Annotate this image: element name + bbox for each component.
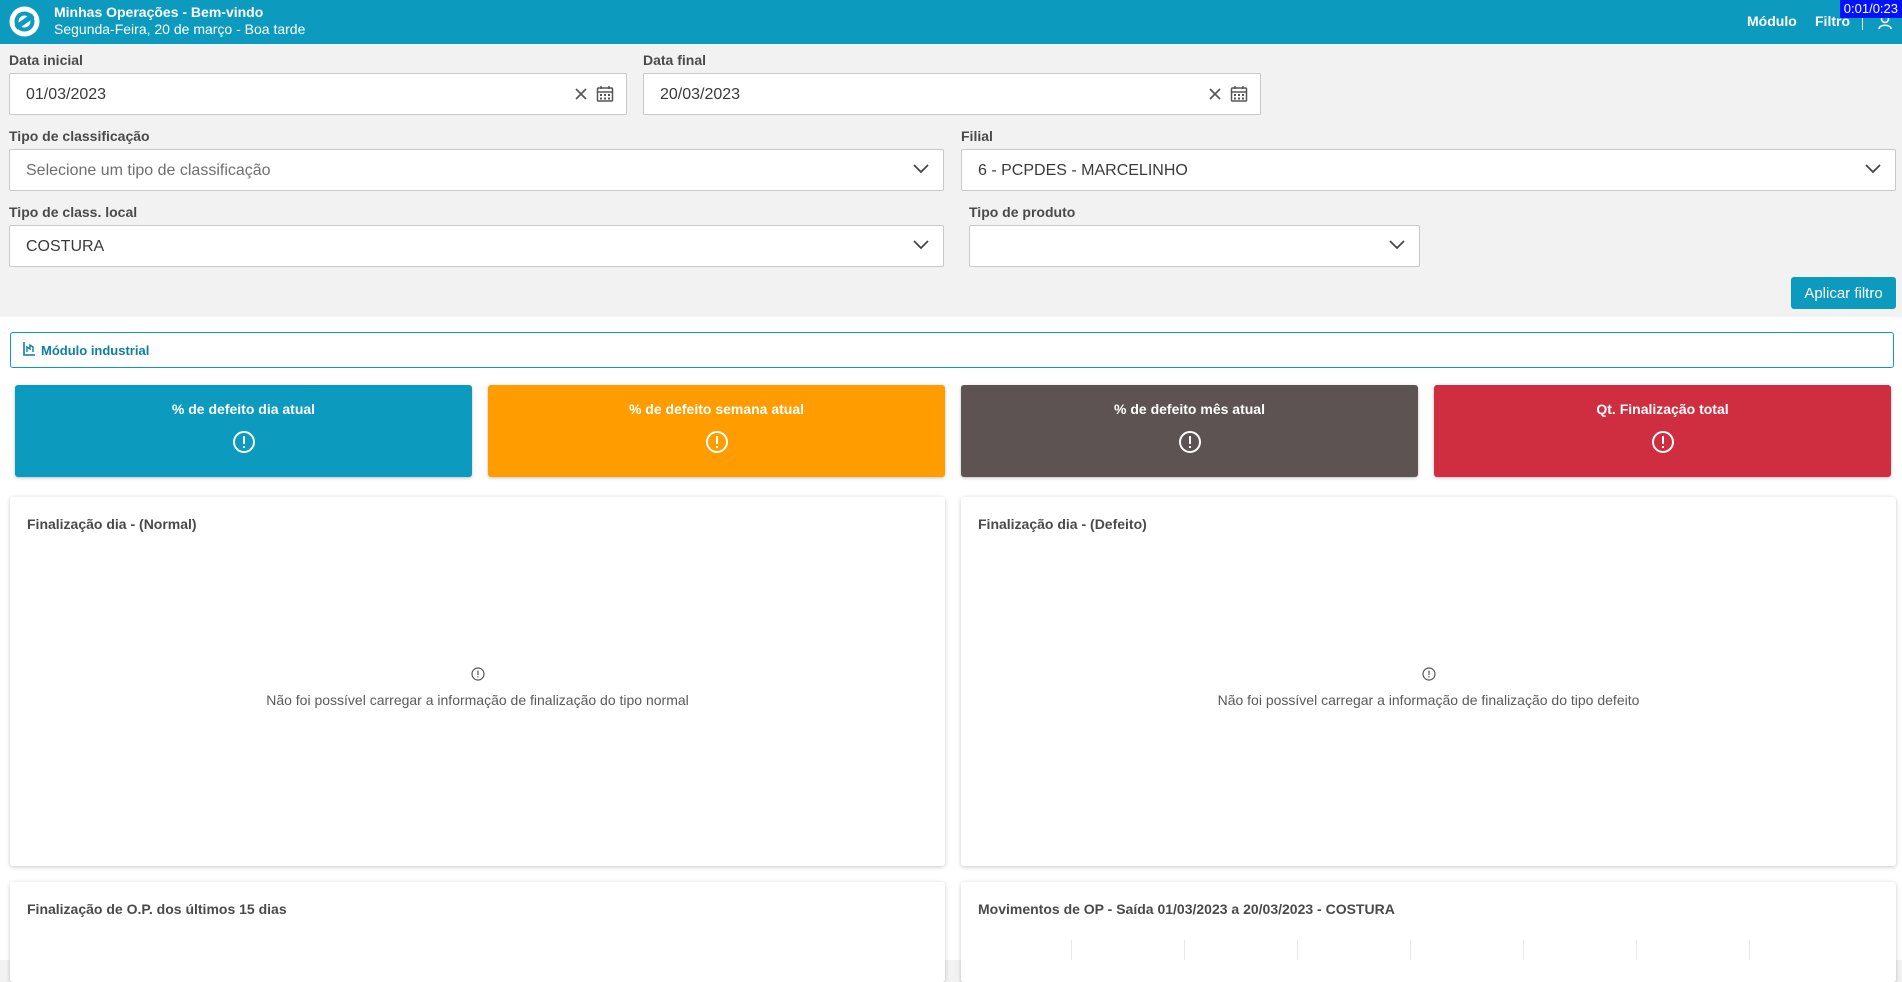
kpi-title: % de defeito mês atual: [1114, 401, 1265, 417]
info-icon: [470, 667, 485, 681]
kpi-defeito-mes[interactable]: % de defeito mês atual: [961, 385, 1418, 477]
alert-icon: [1651, 430, 1675, 454]
chevron-down-icon[interactable]: [913, 164, 929, 174]
app-logo-icon[interactable]: [8, 5, 41, 38]
kpi-title: Qt. Finalização total: [1596, 401, 1729, 417]
card-finalizacao-defeito: Finalização dia - (Defeito) Não foi poss…: [961, 497, 1896, 866]
tipo-class-local-label: Tipo de class. local: [9, 204, 138, 220]
calendar-icon[interactable]: [1230, 85, 1248, 103]
card-finalizacao-normal: Finalização dia - (Normal) Não foi possí…: [10, 497, 945, 866]
filial-select[interactable]: 6 - PCPDES - MARCELINHO: [961, 149, 1896, 191]
chart-gridline: [1636, 940, 1637, 960]
card-title: Finalização de O.P. dos últimos 15 dias: [27, 901, 287, 917]
card-title: Finalização dia - (Normal): [27, 516, 197, 532]
data-inicial-value: 01/03/2023: [26, 86, 107, 103]
kpi-defeito-semana[interactable]: % de defeito semana atual: [488, 385, 945, 477]
error-message: Não foi possível carregar a informação d…: [266, 692, 689, 708]
clear-icon[interactable]: [574, 87, 588, 101]
tipo-class-local-select[interactable]: COSTURA: [9, 225, 944, 267]
tipo-classificacao-placeholder: Selecione um tipo de classificação: [26, 162, 271, 179]
chevron-down-icon[interactable]: [1865, 164, 1881, 174]
chart-gridline: [1749, 940, 1750, 960]
chart-gridline: [1410, 940, 1411, 960]
data-final-label: Data final: [643, 52, 707, 68]
calendar-icon[interactable]: [596, 85, 614, 103]
tipo-produto-label: Tipo de produto: [969, 204, 1076, 220]
filial-value: 6 - PCPDES - MARCELINHO: [978, 162, 1188, 179]
kpi-title: % de defeito dia atual: [171, 401, 316, 417]
chevron-down-icon[interactable]: [1389, 240, 1405, 250]
module-bar[interactable]: Módulo industrial: [10, 332, 1894, 368]
filial-label: Filial: [961, 128, 993, 144]
kpi-defeito-dia[interactable]: % de defeito dia atual: [15, 385, 472, 477]
kpi-finalizacao-total[interactable]: Qt. Finalização total: [1434, 385, 1891, 477]
tipo-classificacao-label: Tipo de classificação: [9, 128, 150, 144]
alert-icon: [705, 430, 729, 454]
tipo-class-local-value: COSTURA: [26, 238, 105, 255]
apply-filter-button[interactable]: Aplicar filtro: [1791, 277, 1896, 309]
card-finalizacao-15-dias: Finalização de O.P. dos últimos 15 dias: [10, 882, 945, 982]
tipo-produto-select[interactable]: [969, 225, 1420, 267]
app-greeting: Segunda-Feira, 20 de março - Boa tarde: [54, 21, 306, 37]
data-inicial-field[interactable]: 01/03/2023: [9, 73, 627, 115]
info-icon: [1421, 667, 1436, 681]
chart-gridline: [1184, 940, 1185, 960]
data-inicial-label: Data inicial: [9, 52, 83, 68]
factory-icon: [22, 341, 36, 357]
alert-icon: [232, 430, 256, 454]
chevron-down-icon[interactable]: [913, 240, 929, 250]
app-header: Minhas Operações - Bem-vindo Segunda-Fei…: [0, 0, 1902, 44]
chart-gridline: [1071, 940, 1072, 960]
card-title: Finalização dia - (Defeito): [978, 516, 1147, 532]
timer-badge: 0:01/0:23: [1839, 0, 1902, 18]
module-label: Módulo industrial: [41, 343, 150, 358]
chart-gridline: [1297, 940, 1298, 960]
error-message: Não foi possível carregar a informação d…: [1217, 692, 1640, 708]
chart-gridline: [1523, 940, 1524, 960]
app-title: Minhas Operações - Bem-vindo: [54, 4, 264, 20]
data-final-value: 20/03/2023: [660, 86, 741, 103]
kpi-title: % de defeito semana atual: [628, 401, 805, 417]
clear-icon[interactable]: [1208, 87, 1222, 101]
data-final-field[interactable]: 20/03/2023: [643, 73, 1261, 115]
alert-icon: [1178, 430, 1202, 454]
tipo-classificacao-select[interactable]: Selecione um tipo de classificação: [9, 149, 944, 191]
card-title: Movimentos de OP - Saída 01/03/2023 a 20…: [978, 901, 1395, 917]
nav-modulo[interactable]: Módulo: [1747, 13, 1797, 29]
card-movimentos-op: Movimentos de OP - Saída 01/03/2023 a 20…: [961, 882, 1896, 982]
